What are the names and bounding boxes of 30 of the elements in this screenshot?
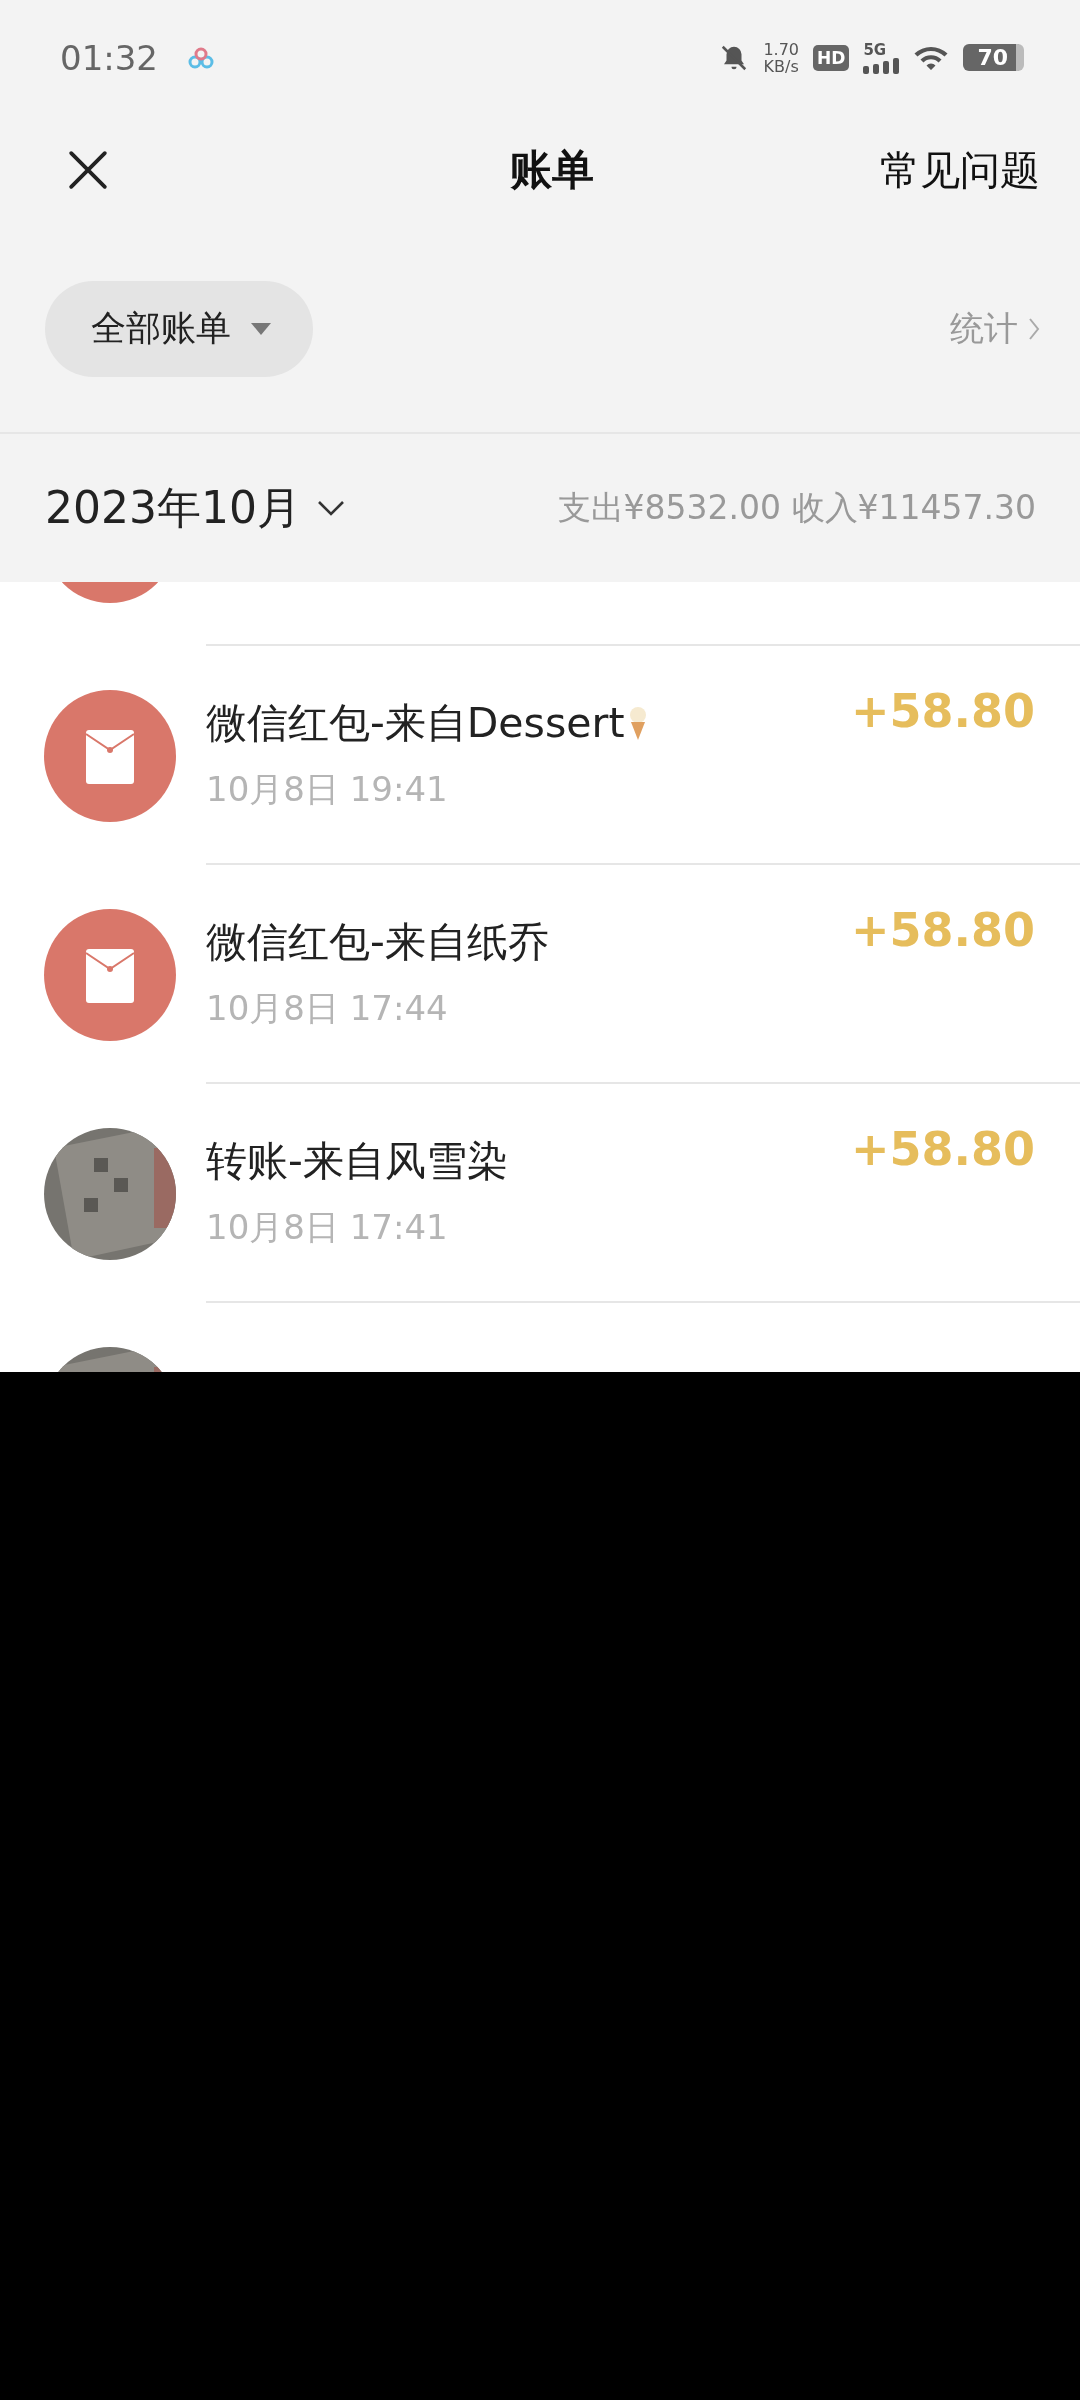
net-speed: 1.70 [763, 40, 800, 58]
transaction-amount: +58.80 [850, 684, 1035, 738]
transaction-row[interactable]: 转账-来自风雪染 +58.80 10月8日 17:41 [0, 1084, 1080, 1303]
month-summary: 支出¥8532.00 收入¥11457.30 [557, 486, 1036, 529]
transaction-amount: +58.80 [850, 903, 1035, 957]
page-title: 账单 [509, 144, 595, 196]
status-time: 01:32 [60, 37, 158, 78]
transaction-time: 10月8日 17:41 [206, 1206, 449, 1249]
envelope-icon [44, 689, 176, 822]
net-unit: KB/s [763, 57, 799, 75]
caret-icon [251, 322, 271, 335]
signal-icon [863, 57, 900, 74]
transaction-time: 10月8日 17:44 [206, 987, 449, 1030]
faq-link[interactable]: 常见问题 [880, 142, 1040, 198]
transaction-title: 转账-来自风雪染 [206, 1136, 508, 1187]
envelope-icon [44, 908, 176, 1041]
battery-indicator: 70 [963, 44, 1024, 71]
chevron-icon [1028, 316, 1040, 341]
bill-filter-dropdown[interactable]: 全部账单 [45, 280, 313, 377]
transaction-row[interactable]: 微信红包-来自纸乔 +58.80 10月8日 17:44 [0, 865, 1080, 1084]
network-type: 5G [863, 41, 887, 58]
hd-badge: HD [813, 44, 850, 71]
cloud-icon [186, 45, 216, 70]
transaction-amount: +58.80 [850, 1122, 1035, 1176]
transaction-time: 10月8日 19:41 [206, 768, 449, 811]
transaction-row[interactable]: 微信红包-来自Dessert +58.80 10月8日 19:41 [0, 646, 1080, 865]
transaction-title: 微信红包-来自纸乔 [206, 917, 549, 968]
month-selector[interactable]: 2023年10月 [45, 478, 345, 538]
chevron-down-icon [316, 500, 345, 516]
transaction-title: 微信红包-来自Dessert [206, 698, 625, 749]
